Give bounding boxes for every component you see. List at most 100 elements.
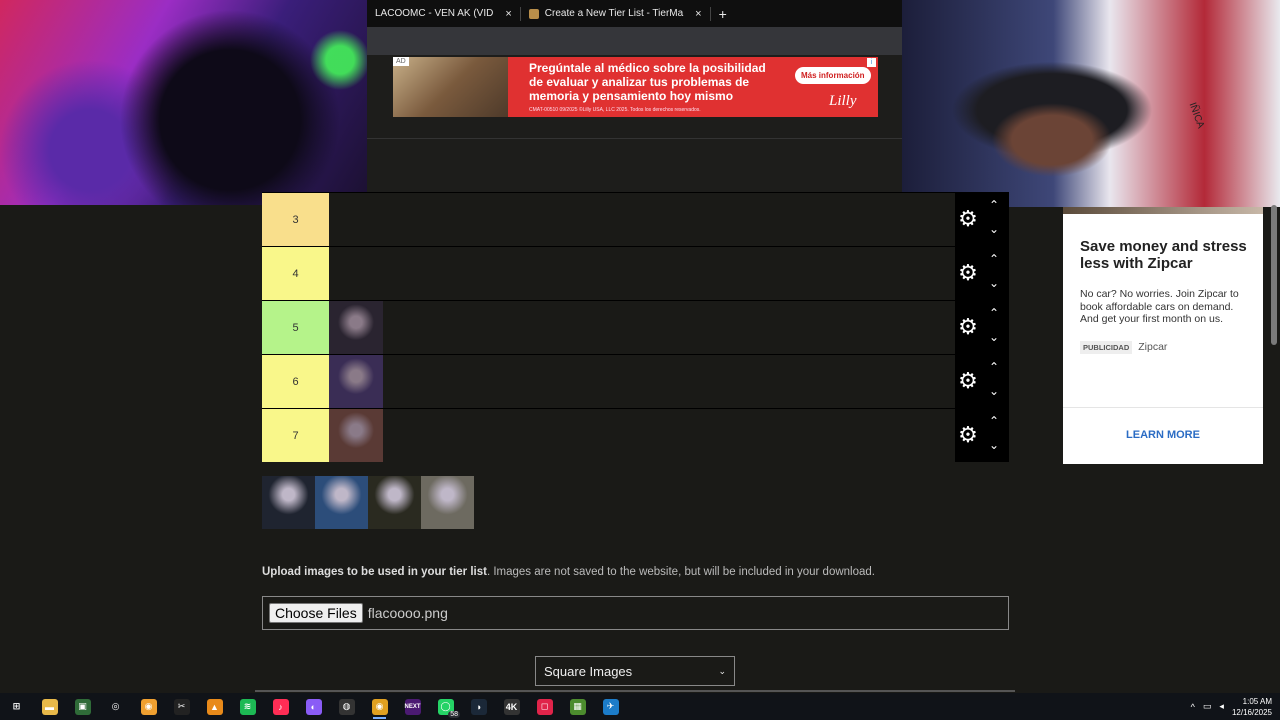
obs-icon[interactable]: ◎ bbox=[99, 693, 132, 720]
gear-icon[interactable]: ⚙ bbox=[957, 208, 979, 230]
whatsapp-icon[interactable]: ◯ 58 bbox=[429, 693, 462, 720]
tier-label[interactable]: 6 bbox=[262, 355, 329, 408]
ad-photo bbox=[393, 57, 508, 117]
page-bottom-rule bbox=[255, 690, 1015, 692]
move-down-chevron-icon[interactable]: ⌄ bbox=[987, 385, 1001, 397]
tiktok-icon[interactable]: ♪ bbox=[264, 693, 297, 720]
tier-label[interactable]: 4 bbox=[262, 247, 329, 300]
top-ad-banner[interactable]: AD Pregúntale al médico sobre la posibil… bbox=[393, 57, 878, 117]
spotify-glyph: ≋ bbox=[239, 698, 256, 715]
gear-icon[interactable]: ⚙ bbox=[957, 424, 979, 446]
page-scrollbar[interactable] bbox=[1271, 205, 1277, 345]
file-explorer-glyph: ▬ bbox=[41, 698, 58, 715]
network-icon[interactable]: ▭ bbox=[1203, 701, 1212, 712]
side-ad-meta: PUBLICIDAD Zipcar bbox=[1080, 340, 1263, 354]
ad-badge: AD bbox=[393, 57, 409, 66]
unranked-images-pool bbox=[262, 476, 474, 529]
messenger-glyph: ◐ bbox=[305, 698, 322, 715]
move-down-chevron-icon[interactable]: ⌄ bbox=[987, 277, 1001, 289]
browser-top-area: LACOOMC - VEN AK (VID × Create a New Tie… bbox=[367, 0, 902, 192]
tier-item-image[interactable] bbox=[329, 355, 383, 408]
move-down-chevron-icon[interactable]: ⌄ bbox=[987, 223, 1001, 235]
minecraft-glyph: ▦ bbox=[569, 698, 586, 715]
move-up-chevron-icon[interactable]: ⌃ bbox=[987, 253, 1001, 265]
tab-tiermaker[interactable]: Create a New Tier List - TierMa × bbox=[521, 0, 710, 27]
tier-label[interactable]: 3 bbox=[262, 193, 329, 246]
minecraft-icon[interactable]: ▦ bbox=[561, 693, 594, 720]
messenger-icon[interactable]: ◐ bbox=[297, 693, 330, 720]
4k-downloader-glyph: 4K bbox=[503, 698, 520, 715]
tier-items-dropzone[interactable] bbox=[329, 193, 955, 246]
capcut-icon[interactable]: ✂ bbox=[165, 693, 198, 720]
ad-info-icon[interactable]: i bbox=[867, 58, 876, 67]
windows-start-icon[interactable]: ⊞ bbox=[0, 693, 33, 720]
tier-label[interactable]: 5 bbox=[262, 301, 329, 354]
move-down-chevron-icon[interactable]: ⌄ bbox=[987, 439, 1001, 451]
choose-files-button[interactable]: Choose Files bbox=[269, 603, 363, 623]
tier-items-dropzone[interactable] bbox=[329, 301, 955, 354]
side-ad-body: No car? No worries. Join Zipcar to book … bbox=[1080, 288, 1239, 325]
unranked-image[interactable] bbox=[262, 476, 315, 529]
upload-instructions-rest: . Images are not saved to the website, b… bbox=[486, 566, 875, 578]
move-up-chevron-icon[interactable]: ⌃ bbox=[987, 415, 1001, 427]
selected-file-name: flacoooo.png bbox=[367, 605, 448, 621]
volume-icon[interactable]: ◂ bbox=[1219, 701, 1224, 712]
tier-items-dropzone[interactable] bbox=[329, 247, 955, 300]
unranked-image[interactable] bbox=[315, 476, 368, 529]
tab-title: Create a New Tier List - TierMa bbox=[544, 8, 684, 19]
unranked-image[interactable] bbox=[368, 476, 421, 529]
move-up-chevron-icon[interactable]: ⌃ bbox=[987, 307, 1001, 319]
soccer-app-icon[interactable]: ◍ bbox=[330, 693, 363, 720]
side-ad-image-strip bbox=[1063, 207, 1263, 214]
side-ad-title: Save money and stress less with Zipcar bbox=[1080, 238, 1247, 272]
ad-more-info-button[interactable]: Más información bbox=[795, 67, 871, 84]
vlc-glyph: ▲ bbox=[206, 698, 223, 715]
learn-more-button[interactable]: LEARN MORE bbox=[1063, 429, 1263, 441]
side-ad-zipcar[interactable]: Save money and stress less with Zipcar N… bbox=[1063, 207, 1263, 464]
webcam-overlay-left bbox=[0, 0, 367, 205]
4k-downloader-icon[interactable]: 4K bbox=[495, 693, 528, 720]
gear-icon[interactable]: ⚙ bbox=[957, 370, 979, 392]
obs-glyph: ◎ bbox=[111, 701, 120, 711]
move-up-chevron-icon[interactable]: ⌃ bbox=[987, 361, 1001, 373]
tray-chevron-icon[interactable]: ^ bbox=[1191, 702, 1195, 712]
move-down-chevron-icon[interactable]: ⌄ bbox=[987, 331, 1001, 343]
tier-list-table: 3 ⚙ ⌃ ⌄ 4 ⚙ ⌃ ⌄ 5 ⚙ ⌃ ⌄ 6 ⚙ ⌃ ⌄ 7 ⚙ ⌃ ⌄ bbox=[262, 192, 1009, 463]
terminal-icon[interactable]: ▣ bbox=[66, 693, 99, 720]
taskbar-clock[interactable]: 1:05 AM 12/16/2025 bbox=[1232, 696, 1272, 718]
tab-bar: LACOOMC - VEN AK (VID × Create a New Tie… bbox=[367, 0, 902, 27]
tab-youtube-video[interactable]: LACOOMC - VEN AK (VID × bbox=[367, 0, 520, 27]
steam-icon[interactable]: ◑ bbox=[462, 693, 495, 720]
red-app-icon[interactable]: ◻ bbox=[528, 693, 561, 720]
chat-app-icon[interactable]: ◉ bbox=[132, 693, 165, 720]
tab-title: LACOOMC - VEN AK (VID bbox=[375, 8, 494, 19]
tier-item-image[interactable] bbox=[329, 301, 383, 354]
windows-taskbar: ⊞ ▬ ▣ ◎ ◉ ✂ ▲ ≋ ♪ ◐ ◍ ◉ NEXT ◯ 58 ◑ 4K ◻ ▦ ✈ ^ ▭ ◂ 1:05 AM … bbox=[0, 693, 1280, 720]
close-tab-icon[interactable]: × bbox=[695, 8, 701, 20]
gear-icon[interactable]: ⚙ bbox=[957, 316, 979, 338]
tier-items-dropzone[interactable] bbox=[329, 355, 955, 408]
chrome-icon[interactable]: ◉ bbox=[363, 693, 396, 720]
upload-instructions-bold: Upload images to be used in your tier li… bbox=[262, 566, 487, 578]
tiktok-glyph: ♪ bbox=[272, 698, 289, 715]
spotify-icon[interactable]: ≋ bbox=[231, 693, 264, 720]
file-explorer-icon[interactable]: ▬ bbox=[33, 693, 66, 720]
ad-headline: Pregúntale al médico sobre la posibilida… bbox=[529, 61, 766, 103]
close-tab-icon[interactable]: × bbox=[505, 8, 511, 20]
next-app-icon[interactable]: NEXT bbox=[396, 693, 429, 720]
tier-items-dropzone[interactable] bbox=[329, 409, 955, 462]
tier-label[interactable]: 7 bbox=[262, 409, 329, 462]
new-tab-button[interactable]: + bbox=[711, 6, 735, 22]
blue-app-icon[interactable]: ✈ bbox=[594, 693, 627, 720]
image-shape-select[interactable]: Square Images ⌄ bbox=[535, 656, 735, 686]
tier-controls: ⚙ ⌃ ⌄ bbox=[955, 355, 1009, 408]
terminal-glyph: ▣ bbox=[74, 698, 91, 715]
unranked-image[interactable] bbox=[421, 476, 474, 529]
image-shape-value: Square Images bbox=[544, 663, 633, 679]
gear-icon[interactable]: ⚙ bbox=[957, 262, 979, 284]
vlc-icon[interactable]: ▲ bbox=[198, 693, 231, 720]
file-upload-field[interactable]: Choose Files flacoooo.png bbox=[262, 596, 1009, 630]
move-up-chevron-icon[interactable]: ⌃ bbox=[987, 199, 1001, 211]
sponsored-tag: PUBLICIDAD bbox=[1080, 340, 1133, 354]
tier-item-image[interactable] bbox=[329, 409, 383, 462]
